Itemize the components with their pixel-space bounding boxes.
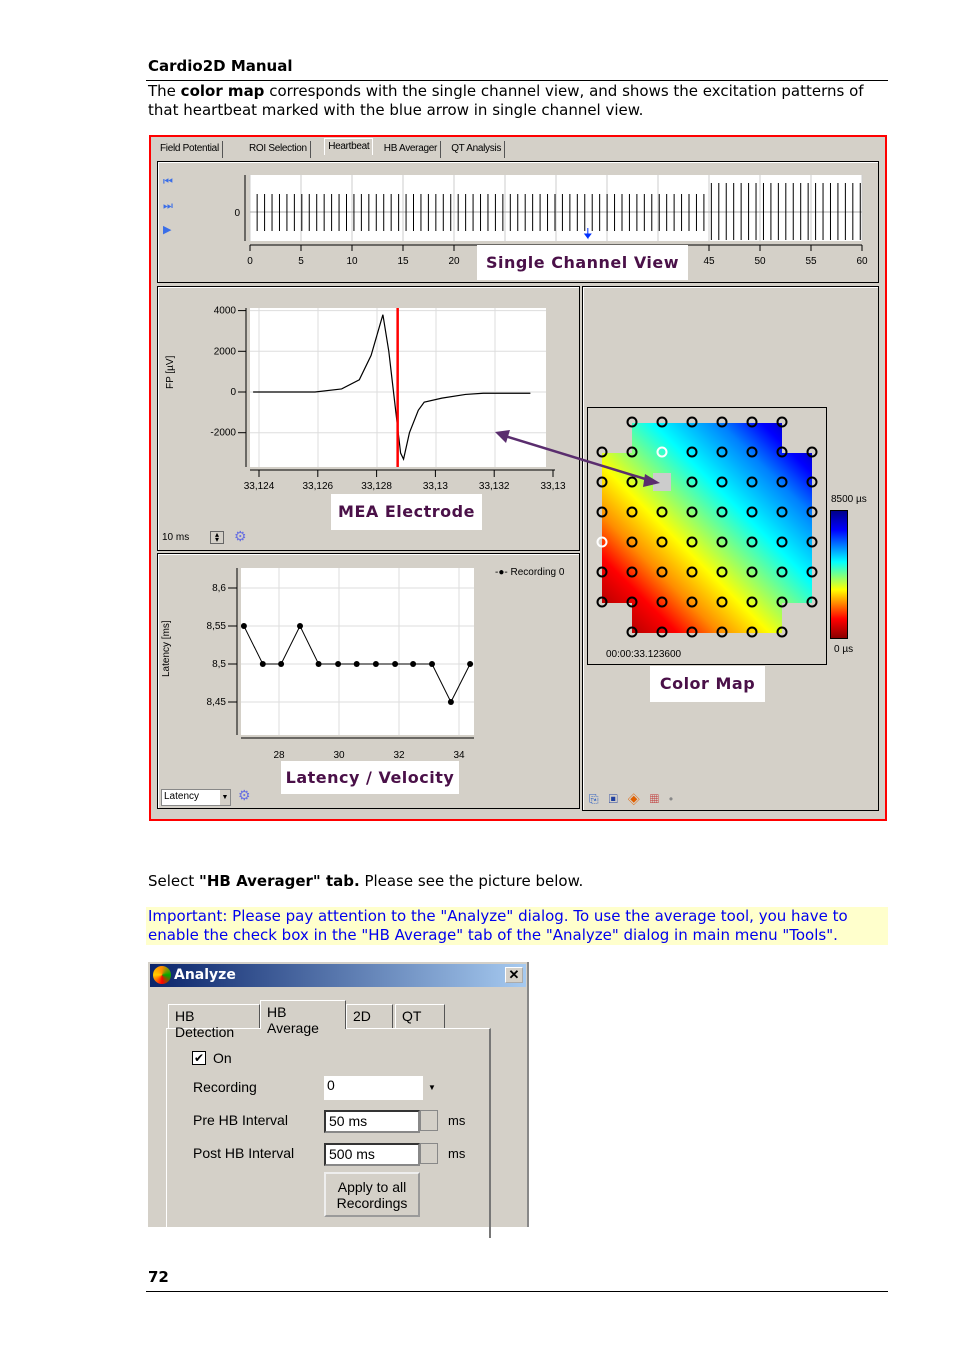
tab-qt[interactable]: QT [395,1004,445,1028]
recording-label: Recording [193,1079,257,1095]
close-button[interactable]: ✕ [505,967,523,983]
instruction-bold: "HB Averager" tab. [199,872,360,890]
footer-rule [146,1291,888,1292]
intro-paragraph: The color map corresponds with the singl… [148,82,868,120]
intro-text: The [148,82,181,100]
arrow-line [504,434,656,484]
recording-value: 0 [327,1077,335,1093]
apply-line-2: Recordings [336,1195,408,1211]
post-hb-spinner[interactable] [420,1143,438,1164]
instruction-paragraph: Select "HB Averager" tab. Please see the… [148,872,868,891]
post-hb-unit: ms [448,1146,466,1161]
arrow-head-right [643,474,660,487]
important-note: Important: Please pay attention to the "… [146,907,888,945]
chevron-down-icon[interactable]: ▼ [423,1076,441,1100]
cardio2d-screenshot: Field Potential ROI Selection Heartbeat HB … [149,135,887,821]
tab-hb-average[interactable]: HB Average [260,1000,346,1036]
arrow-head-left [495,430,510,443]
intro-bold: color map [180,82,265,100]
page-number: 72 [148,1268,169,1286]
pre-hb-unit: ms [448,1113,466,1128]
pre-hb-label: Pre HB Interval [193,1112,288,1128]
pre-hb-spinner[interactable] [420,1110,438,1131]
document-header: Cardio2D Manual [148,57,293,75]
instruction-text: Select [148,872,200,890]
apply-line-1: Apply to all [337,1179,407,1195]
apply-to-all-button[interactable]: Apply to all Recordings [324,1172,420,1217]
on-label: On [213,1050,232,1066]
app-logo-icon [153,966,171,984]
dialog-title: Analyze [174,967,236,983]
tab-2d[interactable]: 2D [346,1004,393,1028]
on-checkbox[interactable]: ✔ [192,1051,206,1065]
recording-select[interactable]: 0 ▼ [324,1076,441,1100]
analyze-dialog: Analyze ✕ HB Detection HB Average 2D QT … [148,962,529,1238]
instruction-text-rest: Please see the picture below. [359,872,584,890]
post-hb-input[interactable]: 500 ms [324,1143,420,1166]
annotation-arrow [495,430,660,487]
dialog-titlebar: Analyze [150,964,526,987]
tab-hb-detection[interactable]: HB Detection [168,1004,260,1040]
post-hb-label: Post HB Interval [193,1145,295,1161]
header-rule [146,80,888,81]
pre-hb-input[interactable]: 50 ms [324,1110,420,1133]
